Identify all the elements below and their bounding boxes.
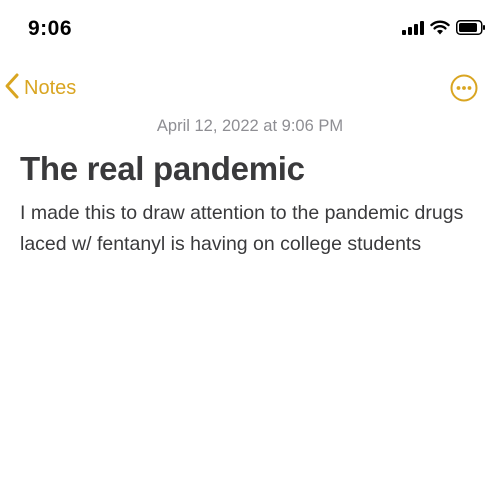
status-time: 9:06: [28, 17, 73, 40]
wifi-icon: [430, 20, 450, 40]
back-label: Notes: [24, 77, 77, 99]
signal-icon: [402, 20, 424, 40]
chevron-left-icon: [4, 72, 20, 105]
status-icons: [402, 20, 486, 40]
ellipsis-circle-icon: [450, 74, 478, 106]
back-button[interactable]: Notes: [4, 72, 76, 105]
nav-bar: Notes: [0, 68, 500, 108]
more-button[interactable]: [450, 74, 478, 107]
note-title[interactable]: The real pandemic: [20, 150, 305, 188]
note-date: April 12, 2022 at 9:06 PM: [156, 117, 344, 135]
note-body[interactable]: I made this to draw attention to the pan…: [20, 198, 480, 260]
battery-icon: [456, 20, 486, 40]
status-bar: 9:06: [0, 0, 500, 60]
